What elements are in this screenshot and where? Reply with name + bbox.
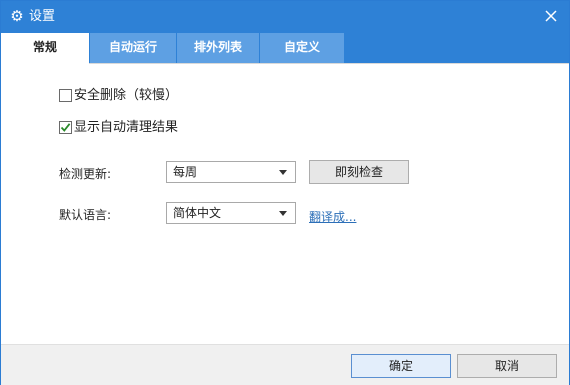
ok-button[interactable]: 确定 [351,354,451,378]
tab-bar: 常规 自动运行 排外列表 自定义 [1,32,569,64]
close-icon [545,10,557,22]
show-autoclean-label: 显示自动清理结果 [74,120,179,135]
general-panel: 安全删除（较慢） 显示自动清理结果 检测更新: 每周 即刻检查 默认语言: 简体… [1,64,569,344]
update-frequency-value: 每周 [173,165,198,179]
check-now-button[interactable]: 即刻检查 [309,160,409,184]
title-bar: ⚙ 设置 [1,1,569,32]
language-select[interactable]: 简体中文 [166,202,296,224]
tab-general[interactable]: 常规 [1,33,89,64]
language-label: 默认语言: [59,208,112,222]
close-button[interactable] [541,6,561,26]
chevron-down-icon [279,211,287,216]
secure-delete-checkbox[interactable] [59,89,72,102]
settings-window: ⚙ 设置 常规 自动运行 排外列表 自定义 安全删除（较慢） 显示自动清理结果 … [0,0,570,385]
secure-delete-label: 安全删除（较慢） [74,88,179,103]
chevron-down-icon [279,170,287,175]
show-autoclean-checkbox[interactable] [59,121,72,134]
dialog-footer: 确定 取消 [1,344,569,385]
gear-icon: ⚙ [10,7,24,25]
language-value: 简体中文 [173,206,222,220]
tab-exclusion-list[interactable]: 排外列表 [177,33,259,63]
update-frequency-select[interactable]: 每周 [166,161,296,183]
cancel-button[interactable]: 取消 [457,354,557,378]
checkmark-icon [60,123,71,132]
window-title: 设置 [29,9,56,24]
tab-custom[interactable]: 自定义 [260,33,344,63]
update-check-label: 检测更新: [59,167,112,181]
tab-autorun[interactable]: 自动运行 [90,33,176,63]
translate-link[interactable]: 翻译成... [309,209,356,225]
